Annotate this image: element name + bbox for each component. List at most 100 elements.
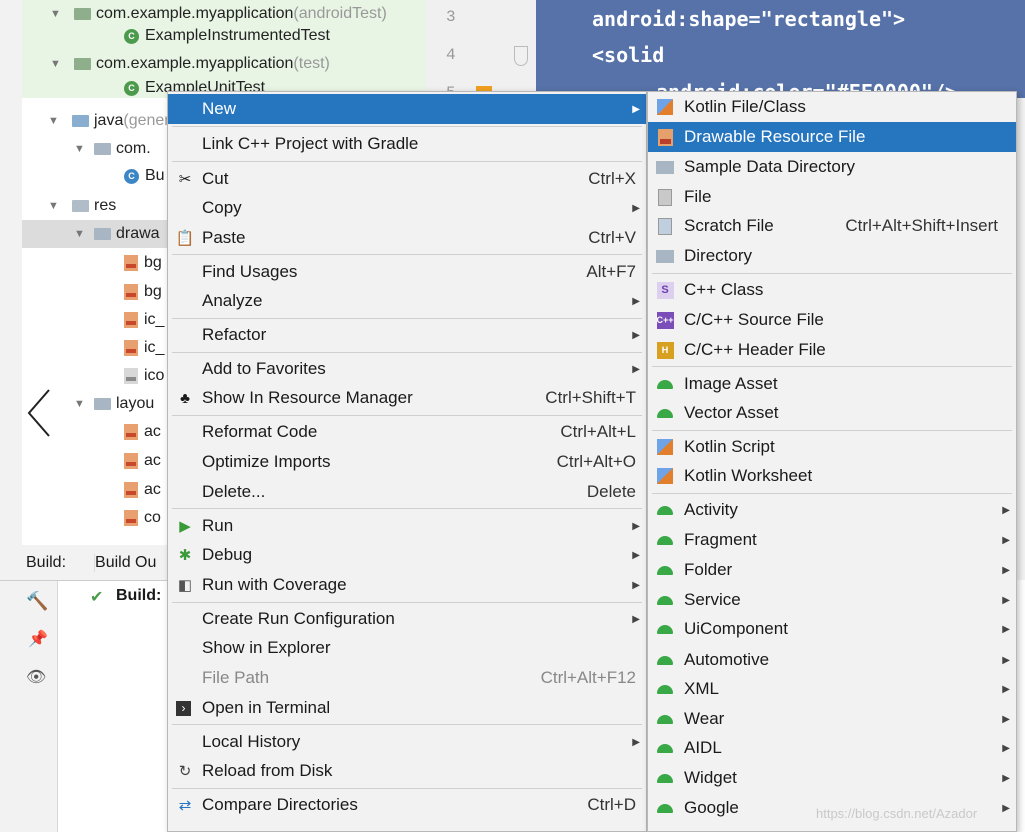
submenu-item-drawable-resource-file[interactable]: Drawable Resource File <box>648 122 1016 152</box>
submenu-item-kotlin-script[interactable]: Kotlin Script <box>648 432 1016 462</box>
tree-row[interactable]: ac <box>22 447 161 475</box>
new-submenu: Kotlin File/Class Drawable Resource File… <box>647 91 1017 832</box>
run-icon: ▶ <box>179 518 191 535</box>
submenu-item-kotlin-file[interactable]: Kotlin File/Class <box>648 92 1016 122</box>
eye-icon[interactable]: 👁 <box>26 667 46 687</box>
menu-separator <box>172 415 642 416</box>
menu-item-run[interactable]: ▶ Run ▶ <box>168 511 646 541</box>
expand-arrow-icon[interactable]: ▼ <box>22 143 94 155</box>
submenu-item-directory[interactable]: Directory <box>648 241 1016 271</box>
menu-item-copy[interactable]: Copy ▶ <box>168 193 646 223</box>
submenu-item-cpp-class[interactable]: S C++ Class <box>648 275 1016 305</box>
menu-separator <box>652 273 1012 274</box>
package-folder-icon <box>74 8 91 20</box>
kotlin-icon <box>656 98 674 116</box>
menu-item-optimize-imports[interactable]: Optimize Imports Ctrl+Alt+O <box>168 447 646 477</box>
pin-icon[interactable]: 📌 <box>28 629 48 649</box>
menu-item-new[interactable]: New ▶ <box>168 94 646 124</box>
file-icon <box>656 188 674 206</box>
submenu-arrow-icon: ▶ <box>1002 504 1010 516</box>
tree-row[interactable]: ▼ com. <box>22 135 151 163</box>
expand-arrow-icon[interactable]: ▼ <box>22 115 72 127</box>
submenu-arrow-icon: ▶ <box>632 295 640 307</box>
submenu-item-fragment[interactable]: Fragment ▶ <box>648 525 1016 555</box>
menu-item-show-resource-manager[interactable]: ♣ Show In Resource Manager Ctrl+Shift+T <box>168 383 646 413</box>
menu-item-open-in-terminal[interactable]: › Open in Terminal <box>168 693 646 723</box>
android-icon <box>656 404 674 422</box>
submenu-item-wear[interactable]: Wear ▶ <box>648 704 1016 734</box>
menu-item-refactor[interactable]: Refactor ▶ <box>168 320 646 350</box>
tree-row[interactable]: C Bu <box>22 162 165 190</box>
package-folder-icon <box>74 58 91 70</box>
submenu-arrow-icon: ▶ <box>632 363 640 375</box>
code-editor[interactable]: android:shape="rectangle"> <solid androi… <box>536 0 1025 104</box>
xml-file-icon <box>124 340 138 356</box>
expand-arrow-icon[interactable]: ▼ <box>22 58 74 70</box>
menu-item-create-run-configuration[interactable]: Create Run Configuration ▶ <box>168 604 646 634</box>
submenu-arrow-icon: ▶ <box>632 103 640 115</box>
tree-row[interactable]: bg <box>22 278 162 306</box>
submenu-item-cpp-header-file[interactable]: H C/C++ Header File <box>648 335 1016 365</box>
submenu-item-automotive[interactable]: Automotive ▶ <box>648 645 1016 675</box>
folder-icon <box>94 228 111 240</box>
fold-marker-icon[interactable] <box>514 46 528 66</box>
tab-build-output[interactable]: Build Ou <box>94 553 156 572</box>
build-tabs: Build: Build Ou <box>0 545 170 581</box>
menu-item-cut[interactable]: ✂ Cut Ctrl+X <box>168 164 646 194</box>
menu-item-debug[interactable]: ✱ Debug ▶ <box>168 540 646 570</box>
menu-item-delete[interactable]: Delete... Delete <box>168 477 646 507</box>
submenu-item-folder[interactable]: Folder ▶ <box>648 555 1016 585</box>
context-menu: New ▶ Link C++ Project with Gradle ✂ Cut Ct… <box>167 91 647 832</box>
tree-row[interactable]: C ExampleInstrumentedTest <box>22 22 426 50</box>
line-number: 4 <box>446 46 456 64</box>
cpp-class-icon: S <box>656 281 674 299</box>
menu-item-find-usages[interactable]: Find Usages Alt+F7 <box>168 257 646 287</box>
expand-arrow-icon[interactable]: ▼ <box>22 200 72 212</box>
submenu-item-uicomponent[interactable]: UiComponent ▶ <box>648 614 1016 644</box>
tree-row[interactable]: ▼ res <box>22 192 116 220</box>
submenu-item-aidl[interactable]: AIDL ▶ <box>648 733 1016 763</box>
submenu-item-kotlin-worksheet[interactable]: Kotlin Worksheet <box>648 461 1016 491</box>
submenu-item-cpp-source-file[interactable]: C++ C/C++ Source File <box>648 305 1016 335</box>
tree-row[interactable]: ic_ <box>22 334 164 362</box>
chevron-left-icon[interactable] <box>25 388 55 438</box>
menu-separator <box>652 430 1012 431</box>
drawable-icon <box>656 128 674 146</box>
menu-item-run-with-coverage[interactable]: ◧ Run with Coverage ▶ <box>168 570 646 600</box>
tree-row[interactable]: co <box>22 504 161 532</box>
menu-item-compare-directories[interactable]: ⇄ Compare Directories Ctrl+D <box>168 790 646 820</box>
menu-item-add-to-favorites[interactable]: Add to Favorites ▶ <box>168 354 646 384</box>
submenu-item-service[interactable]: Service ▶ <box>648 585 1016 615</box>
menu-separator <box>172 126 642 127</box>
menu-item-show-in-explorer[interactable]: Show in Explorer <box>168 633 646 663</box>
build-sidebar: 🔨 📌 👁 <box>0 581 58 832</box>
menu-item-link-cpp[interactable]: Link C++ Project with Gradle <box>168 129 646 159</box>
expand-arrow-icon[interactable]: ▼ <box>22 228 94 240</box>
menu-item-analyze[interactable]: Analyze ▶ <box>168 286 646 316</box>
submenu-arrow-icon: ▶ <box>632 520 640 532</box>
submenu-item-xml[interactable]: XML ▶ <box>648 674 1016 704</box>
submenu-item-vector-asset[interactable]: Vector Asset <box>648 398 1016 428</box>
submenu-item-scratch-file[interactable]: Scratch File Ctrl+Alt+Shift+Insert <box>648 211 1016 241</box>
submenu-item-image-asset[interactable]: Image Asset <box>648 369 1016 399</box>
submenu-item-file[interactable]: File <box>648 182 1016 212</box>
tree-row[interactable]: ac <box>22 476 161 504</box>
menu-item-paste[interactable]: 📋 Paste Ctrl+V <box>168 223 646 253</box>
menu-item-local-history[interactable]: Local History ▶ <box>168 727 646 757</box>
kotlin-icon <box>656 438 674 456</box>
submenu-item-activity[interactable]: Activity ▶ <box>648 495 1016 525</box>
tree-row[interactable]: bg <box>22 249 162 277</box>
submenu-item-sample-data-directory[interactable]: Sample Data Directory <box>648 152 1016 182</box>
tree-row[interactable]: ico <box>22 362 164 390</box>
build-status: Build: <box>116 587 162 604</box>
expand-arrow-icon[interactable]: ▼ <box>22 8 74 20</box>
xml-file-icon <box>124 510 138 526</box>
tree-row[interactable]: ▼ com.example.myapplication (test) <box>22 50 426 78</box>
tree-row[interactable]: ic_ <box>22 306 164 334</box>
hammer-icon[interactable]: 🔨 <box>26 591 48 612</box>
watermark: https://blog.csdn.net/Azador <box>816 806 978 821</box>
android-icon <box>656 561 674 579</box>
menu-item-reload-from-disk[interactable]: ↻ Reload from Disk <box>168 756 646 786</box>
submenu-item-widget[interactable]: Widget ▶ <box>648 763 1016 793</box>
menu-item-reformat-code[interactable]: Reformat Code Ctrl+Alt+L <box>168 417 646 447</box>
